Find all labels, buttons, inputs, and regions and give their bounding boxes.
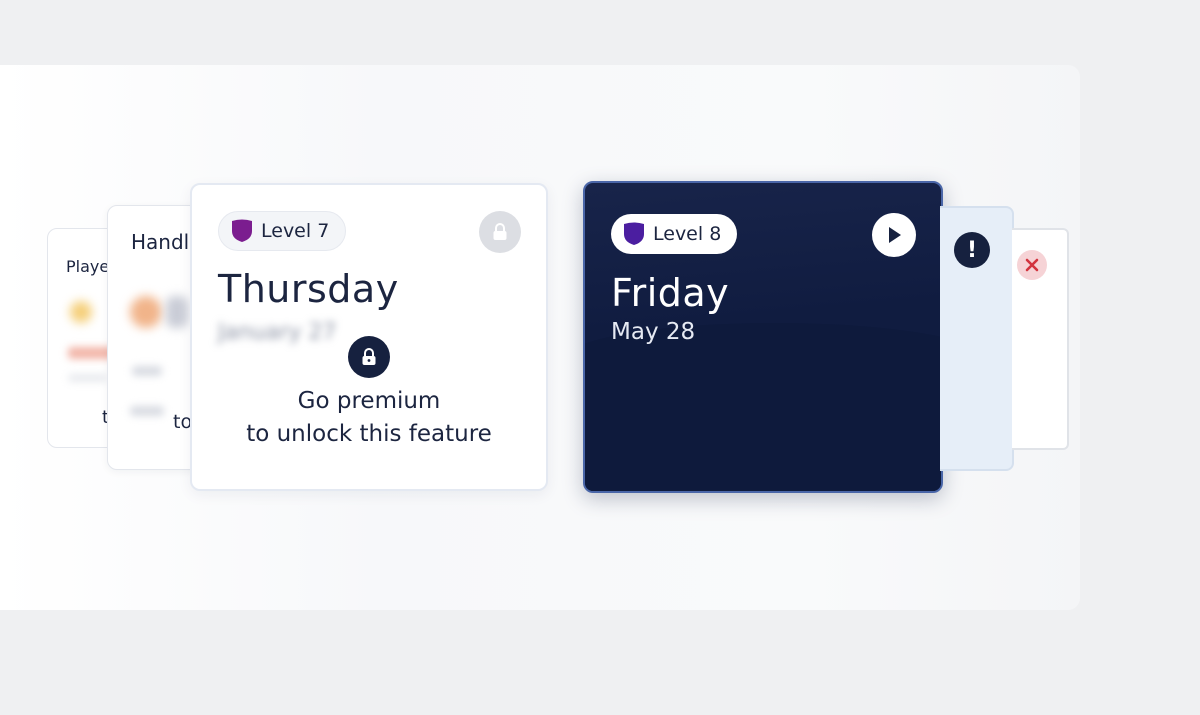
shield-icon bbox=[623, 222, 645, 246]
card-thursday[interactable]: Level 7 Thursday January 27 Go premium t… bbox=[190, 183, 548, 491]
blurred-avatar bbox=[130, 296, 162, 328]
level-label: Level 7 bbox=[261, 220, 330, 242]
lock-icon bbox=[479, 211, 521, 253]
blurred-avatar bbox=[70, 301, 92, 323]
card-title: Handl bbox=[131, 230, 190, 254]
card-error[interactable] bbox=[1012, 228, 1069, 450]
close-icon bbox=[1017, 250, 1047, 280]
blurred-text bbox=[68, 374, 108, 382]
date-label: January 27 bbox=[218, 320, 337, 345]
day-title: Thursday bbox=[218, 267, 399, 311]
blurred-text bbox=[130, 406, 164, 416]
shield-icon bbox=[231, 219, 253, 243]
level-badge: Level 8 bbox=[611, 214, 738, 254]
lock-icon bbox=[348, 336, 390, 378]
premium-message: to unlock this feature bbox=[246, 421, 492, 447]
carousel-panel: Playe t Handl to Level 7 Thursday Januar… bbox=[0, 65, 1080, 610]
blurred-avatar bbox=[166, 296, 188, 328]
alert-icon: ! bbox=[954, 232, 990, 268]
day-title: Friday bbox=[611, 271, 730, 315]
play-button[interactable] bbox=[872, 213, 916, 257]
card-background-wave bbox=[585, 323, 941, 491]
card-alert[interactable]: ! bbox=[940, 206, 1014, 471]
card-friday[interactable]: Level 8 Friday May 28 bbox=[583, 181, 943, 493]
premium-message: Go premium bbox=[297, 388, 441, 414]
level-badge: Level 7 bbox=[218, 211, 347, 251]
card-title: Playe bbox=[66, 257, 110, 276]
level-label: Level 8 bbox=[653, 223, 722, 245]
blurred-text bbox=[132, 366, 162, 376]
play-icon bbox=[889, 227, 901, 243]
date-label: May 28 bbox=[611, 319, 696, 345]
